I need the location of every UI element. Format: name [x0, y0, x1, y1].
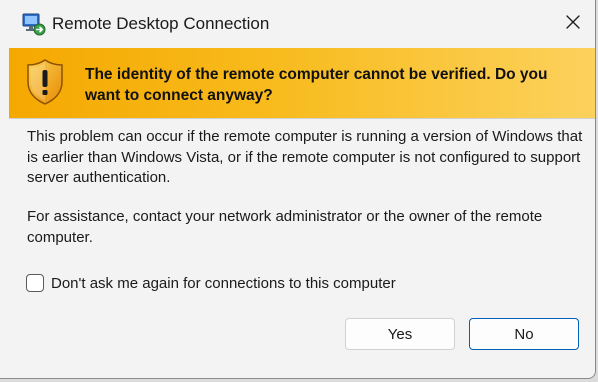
warning-message: The identity of the remote computer cann… — [85, 66, 548, 104]
dont-ask-again-option[interactable]: Don't ask me again for connections to th… — [26, 272, 396, 294]
remote-desktop-dialog: Remote Desktop Connection The identity o… — [0, 0, 596, 379]
yes-button[interactable]: Yes — [345, 318, 455, 350]
title-bar[interactable]: Remote Desktop Connection — [0, 0, 595, 48]
assistance-paragraph: For assistance, contact your network adm… — [27, 208, 543, 246]
no-button[interactable]: No — [469, 318, 579, 350]
checkbox-label[interactable]: Don't ask me again for connections to th… — [51, 275, 396, 292]
close-button[interactable] — [550, 0, 595, 48]
explanation-paragraph: This problem can occur if the remote com… — [27, 128, 583, 186]
dont-ask-again-checkbox[interactable] — [26, 274, 44, 292]
close-icon — [565, 14, 581, 35]
window-title: Remote Desktop Connection — [52, 14, 270, 33]
warning-banner: The identity of the remote computer cann… — [9, 48, 595, 118]
shield-warning-icon — [26, 58, 64, 106]
remote-desktop-icon — [22, 12, 46, 36]
divider — [9, 118, 595, 119]
